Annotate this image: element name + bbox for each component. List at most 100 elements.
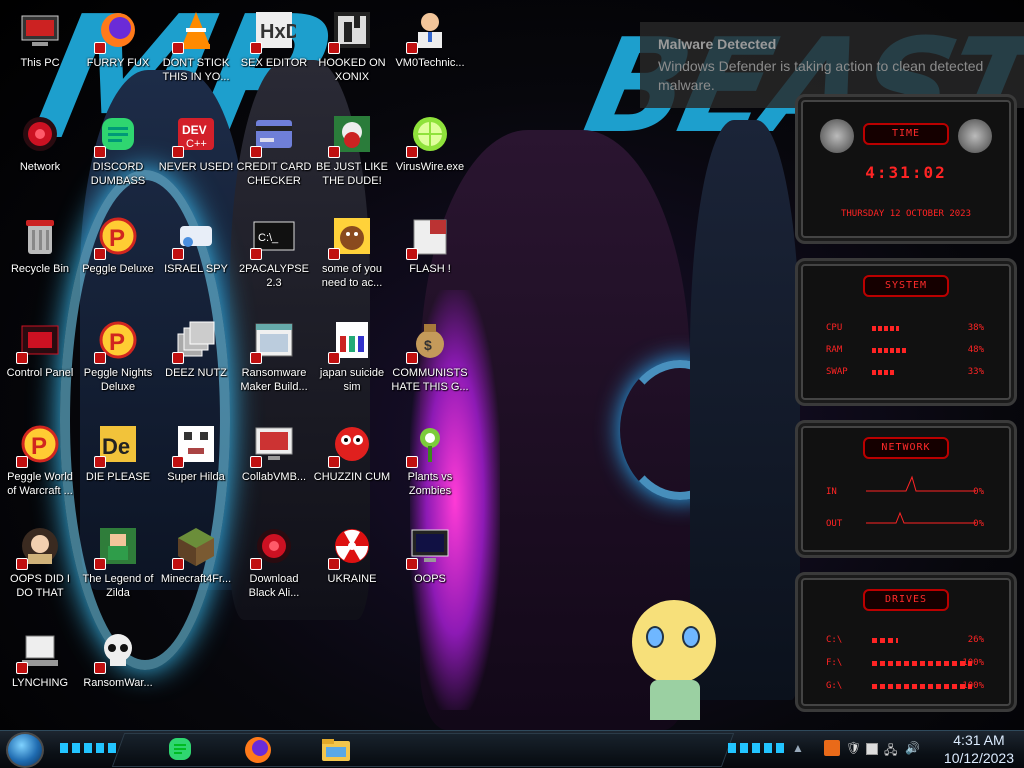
desktop-icon[interactable]: CHUZZIN CUM: [312, 418, 392, 518]
desktop-icon-label: Minecraft4Fr...: [160, 573, 232, 585]
desktop-icon[interactable]: UKRAINE: [312, 520, 392, 620]
wallpaper-cartoon-body: [650, 680, 700, 720]
desktop-icon-label: Recycle Bin: [10, 263, 70, 275]
drive-usage-bar: [872, 661, 972, 666]
desktop-icon[interactable]: Recycle Bin: [0, 210, 80, 310]
desktop-icon[interactable]: Minecraft4Fr...: [156, 520, 236, 620]
desktop-icon[interactable]: RansomWar...: [78, 624, 158, 724]
desktop-icon[interactable]: FURRY FUX: [78, 4, 158, 104]
desktop-icon-label: FURRY FUX: [86, 57, 150, 69]
desktop-icon[interactable]: This PC: [0, 4, 80, 104]
row-value: 100%: [962, 658, 984, 668]
shortcut-badge-icon: [16, 456, 28, 468]
lime-icon: [406, 112, 452, 158]
file-explorer-icon[interactable]: [316, 733, 356, 767]
flash-icon: [406, 214, 452, 260]
network-icon: [18, 112, 62, 156]
shortcut-badge-icon: [328, 352, 340, 364]
usage-bar: [872, 370, 895, 375]
shortcut-badge-icon: [16, 558, 28, 570]
desktop-icon[interactable]: Super Hilda: [156, 418, 236, 518]
desktop-icon[interactable]: BE JUST LIKE THE DUDE!: [312, 108, 392, 208]
desktop-icon[interactable]: CollabVMB...: [234, 418, 314, 518]
desktop-icon[interactable]: LYNCHING: [0, 624, 80, 724]
desktop-icon-label: FLASH !: [409, 263, 451, 275]
desktop-icon[interactable]: The Legend of Zilda: [78, 520, 158, 620]
alienware-icon: [250, 524, 296, 570]
desktop-icon[interactable]: VirusWire.exe: [390, 108, 470, 208]
start-button[interactable]: [6, 732, 44, 768]
taskbar-decoration: [728, 743, 784, 753]
desktop-icon[interactable]: Ransomware Maker Build...: [234, 314, 314, 414]
minecraft-icon: [172, 524, 218, 570]
show-hidden-icons[interactable]: ▲: [792, 741, 804, 755]
desktop-icon[interactable]: Control Panel: [0, 314, 80, 414]
shortcut-badge-icon: [16, 352, 28, 364]
desktop-icon[interactable]: FLASH !: [390, 210, 470, 310]
desktop-icon[interactable]: ISRAEL SPY: [156, 210, 236, 310]
action-center-icon[interactable]: [866, 743, 878, 755]
control-panel-icon: [16, 318, 62, 364]
desktop-icon[interactable]: C:\_ 2PACALYPSE 2.3: [234, 210, 314, 310]
plant-icon: [406, 422, 452, 468]
computer-icon: [18, 8, 62, 52]
desktop-icon[interactable]: De DIE PLEASE: [78, 418, 158, 518]
gadget-title: SYSTEM: [863, 275, 949, 297]
shortcut-badge-icon: [172, 456, 184, 468]
desktop-icon[interactable]: P Peggle Deluxe: [78, 210, 158, 310]
shortcut-badge-icon: [94, 42, 106, 54]
desktop-icon[interactable]: P Peggle World of Warcraft ...: [0, 418, 80, 518]
doctor-icon: [406, 8, 452, 54]
drive-usage-bar: [872, 638, 898, 643]
desktop-icon[interactable]: DEEZ NUTZ: [156, 314, 236, 414]
desktop-icon[interactable]: DISCORD DUMBASS: [78, 108, 158, 208]
row-label: RAM: [826, 345, 843, 355]
network-gadget[interactable]: NETWORK IN 0% OUT 0%: [795, 420, 1017, 558]
monitor-icon: [250, 422, 296, 468]
drive-usage-bar: [872, 684, 972, 689]
desktop-icon[interactable]: OOPS DID I DO THAT: [0, 520, 80, 620]
time-gadget[interactable]: TIME 4:31:02 THURSDAY 12 OCTOBER 2023: [795, 94, 1017, 244]
desktop-icon[interactable]: DONT STICK THIS IN YO...: [156, 4, 236, 104]
desktop-icon[interactable]: japan suicide sim: [312, 314, 392, 414]
desktop-icon[interactable]: some of you need to ac...: [312, 210, 392, 310]
drives-gadget[interactable]: DRIVES C:\ 26% F:\ 100% G:\ 100%: [795, 572, 1017, 712]
desktop-icon[interactable]: HOOKED ON XONIX: [312, 4, 392, 104]
desktop-icon[interactable]: Plants vs Zombies: [390, 418, 470, 518]
shortcut-badge-icon: [406, 146, 418, 158]
desktop-icon[interactable]: VM0Technic...: [390, 4, 470, 104]
radiation-icon: [328, 524, 374, 570]
volume-icon[interactable]: 🔊: [905, 741, 920, 755]
discord-icon[interactable]: [160, 733, 200, 767]
desktop-icon[interactable]: $ COMMUNISTS HATE THIS G...: [390, 314, 470, 414]
shortcut-badge-icon: [94, 352, 106, 364]
firefox-icon[interactable]: [238, 733, 278, 767]
desktop-icon[interactable]: P Peggle Nights Deluxe: [78, 314, 158, 414]
taskbar-clock[interactable]: 4:31 AM 10/12/2023: [944, 731, 1014, 767]
gadget-clock: 4:31:02: [865, 163, 947, 182]
network-tray-icon[interactable]: 🖧: [884, 741, 897, 762]
desktop-icon[interactable]: OOPS: [390, 520, 470, 620]
wallpaper-figure-right: [690, 120, 800, 700]
desktop-icon-label: LYNCHING: [11, 677, 69, 689]
tray-app-icon[interactable]: [824, 740, 840, 756]
windows-stack-icon: [172, 318, 218, 364]
shield-icon[interactable]: 🛡: [846, 741, 861, 755]
window-icon: [250, 318, 296, 364]
desktop-icon-label: japan suicide sim: [319, 367, 385, 393]
desktop-icon-label: ISRAEL SPY: [164, 263, 228, 275]
wallpaper-cartoon-head: [632, 600, 716, 684]
desktop-icon[interactable]: CREDIT CARD CHECKER: [234, 108, 314, 208]
desktop-icon[interactable]: Network: [0, 108, 80, 208]
shortcut-badge-icon: [16, 662, 28, 674]
desktop-icon[interactable]: Download Black Ali...: [234, 520, 314, 620]
shortcut-badge-icon: [94, 456, 106, 468]
shortcut-badge-icon: [328, 146, 340, 158]
peggle-icon: P: [94, 214, 140, 260]
desktop-icon[interactable]: HxD SEX EDITOR: [234, 4, 314, 104]
system-gadget[interactable]: SYSTEM CPU 38% RAM 48% SWAP 33%: [795, 258, 1017, 406]
desktop-icon[interactable]: DEV C++ NEVER USED!: [156, 108, 236, 208]
row-label: F:\: [826, 658, 843, 668]
spy-icon: [172, 214, 218, 260]
shortcut-badge-icon: [406, 456, 418, 468]
